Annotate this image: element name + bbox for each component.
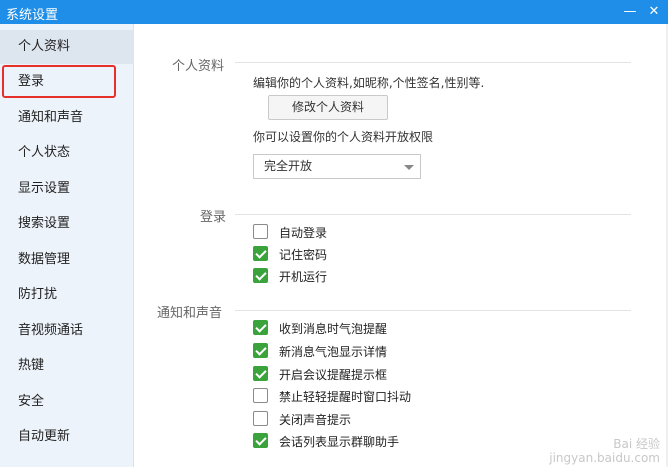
checkbox-unchecked-icon [253, 411, 268, 426]
checkbox-unchecked-icon [253, 388, 268, 403]
sidebar-item-dnd[interactable]: 防打扰 [0, 278, 134, 312]
checkbox-checked-icon [253, 320, 268, 335]
checkbox-checked-icon [253, 366, 268, 381]
checkbox-checked-icon [253, 343, 268, 358]
sidebar-item-display[interactable]: 显示设置 [0, 172, 134, 206]
sidebar-item-profile[interactable]: 个人资料 [0, 30, 134, 64]
chevron-down-icon [404, 165, 414, 170]
sidebar-item-notify[interactable]: 通知和声音 [0, 101, 134, 135]
sidebar-item-security[interactable]: 安全 [0, 385, 134, 419]
permission-select[interactable]: 完全开放 [253, 154, 421, 179]
section-divider [235, 214, 631, 215]
login-highlight-box [2, 65, 116, 98]
section-title-login: 登录 [200, 210, 227, 225]
window-title: 系统设置 [6, 8, 59, 23]
section-divider [235, 62, 631, 63]
checkbox-unchecked-icon [253, 224, 268, 239]
minimize-icon[interactable]: — [620, 2, 640, 22]
profile-description: 编辑你的个人资料,如昵称,个性签名,性别等. [253, 76, 485, 90]
edit-profile-button[interactable]: 修改个人资料 [268, 95, 388, 120]
section-divider [235, 310, 631, 311]
sidebar-item-update[interactable]: 自动更新 [0, 420, 134, 454]
sidebar-item-search[interactable]: 搜索设置 [0, 207, 134, 241]
permission-text: 你可以设置你的个人资料开放权限 [253, 130, 434, 144]
sidebar: 个人资料 登录 通知和声音 个人状态 显示设置 搜索设置 数据管理 防打扰 音视… [0, 24, 134, 467]
checkbox-checked-icon [253, 433, 268, 448]
sidebar-item-av-call[interactable]: 音视频通话 [0, 314, 134, 348]
watermark: Bai 经验 jingyan.baidu.com [549, 437, 660, 465]
checkbox-checked-icon [253, 246, 268, 261]
settings-panel: 个人资料 编辑你的个人资料,如昵称,个性签名,性别等. 修改个人资料 你可以设置… [135, 24, 668, 467]
close-icon[interactable]: ✕ [644, 2, 664, 22]
checkbox-checked-icon [253, 268, 268, 283]
sidebar-item-status[interactable]: 个人状态 [0, 136, 134, 170]
sidebar-item-data[interactable]: 数据管理 [0, 243, 134, 277]
title-bar: 系统设置 — ✕ [0, 0, 668, 24]
sidebar-item-hotkey[interactable]: 热键 [0, 349, 134, 383]
section-title-profile: 个人资料 [172, 59, 225, 74]
section-title-notify: 通知和声音 [157, 306, 223, 321]
